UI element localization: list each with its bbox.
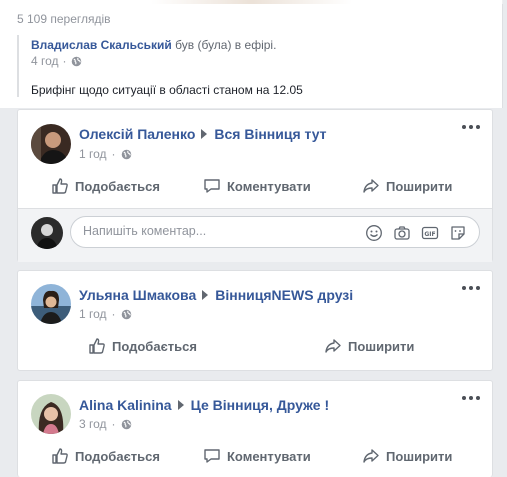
arrow-right-icon [201, 129, 208, 139]
avatar [31, 217, 63, 249]
post-meta: 1 год · [79, 147, 132, 161]
shared-post-meta: 4 год · [31, 54, 82, 68]
thumbs-up-icon [89, 338, 105, 354]
globe-icon [121, 419, 131, 429]
comment-button[interactable]: Коментувати [203, 177, 311, 195]
arrow-right-icon [202, 290, 209, 300]
comment-composer: GIF [18, 208, 492, 262]
post-author[interactable]: Ульяна Шмакова [79, 287, 196, 303]
post-card: Ульяна Шмакова ВінницяNEWS друзі 1 год ·… [17, 270, 493, 371]
post-time[interactable]: 1 год [79, 307, 107, 321]
shared-post-panel: 5 109 переглядів Владислав Скальський бу… [0, 0, 503, 108]
shared-post-time[interactable]: 4 год [31, 54, 59, 68]
comment-button[interactable]: Коментувати [203, 447, 311, 465]
shared-post-author[interactable]: Владислав Скальський [31, 38, 172, 52]
post-header: Alina Kalinina Це Вінниця, Друже ! [79, 397, 329, 413]
post-card: Alina Kalinina Це Вінниця, Друже ! 3 год… [17, 380, 493, 477]
avatar[interactable] [31, 124, 71, 164]
comment-label: Коментувати [227, 448, 311, 464]
globe-icon [71, 56, 81, 66]
post-header: Ульяна Шмакова ВінницяNEWS друзі [79, 287, 353, 303]
gif-icon[interactable]: GIF [421, 224, 439, 242]
arrow-right-icon [177, 400, 184, 410]
like-label: Подобається [112, 338, 197, 354]
post-header: Олексій Паленко Вся Вінниця тут [79, 126, 327, 142]
post-group[interactable]: ВінницяNEWS друзі [215, 287, 353, 303]
thumbs-up-icon [52, 448, 68, 464]
shared-post-text: Брифінг щодо ситуації в області станом н… [31, 83, 303, 97]
comment-bubble-icon [204, 179, 220, 193]
share-arrow-icon [325, 339, 341, 353]
post-meta: 1 год · [79, 307, 132, 321]
shared-live-post: Владислав Скальський був (була) в ефірі.… [17, 35, 487, 97]
share-button[interactable]: Поширити [324, 337, 414, 355]
like-button[interactable]: Подобається [51, 447, 160, 465]
like-button[interactable]: Подобається [88, 337, 197, 355]
share-label: Поширити [386, 448, 453, 464]
emoji-icon[interactable] [365, 224, 383, 242]
share-arrow-icon [363, 449, 379, 463]
more-options-icon[interactable] [462, 283, 482, 293]
shared-post-header: Владислав Скальський був (була) в ефірі. [31, 38, 276, 52]
post-author[interactable]: Олексій Паленко [79, 126, 195, 142]
post-card: Олексій Паленко Вся Вінниця тут 1 год · … [17, 109, 493, 262]
comment-input-box[interactable]: GIF [70, 216, 480, 248]
share-label: Поширити [348, 338, 415, 354]
avatar[interactable] [31, 284, 71, 324]
globe-icon [121, 309, 131, 319]
more-options-icon[interactable] [462, 122, 482, 132]
like-label: Подобається [75, 178, 160, 194]
comment-tools: GIF [365, 224, 467, 242]
post-actions: Подобається Поширити [18, 331, 494, 361]
post-time[interactable]: 3 год [79, 417, 107, 431]
post-actions: Подобається Коментувати Поширити [18, 171, 494, 201]
globe-icon [121, 149, 131, 159]
svg-text:GIF: GIF [424, 231, 435, 238]
avatar[interactable] [31, 394, 71, 434]
comment-bubble-icon [204, 449, 220, 463]
comment-label: Коментувати [227, 178, 311, 194]
share-arrow-icon [363, 179, 379, 193]
post-actions: Подобається Коментувати Поширити [18, 441, 494, 471]
share-button[interactable]: Поширити [362, 447, 452, 465]
view-count: 5 109 переглядів [17, 12, 111, 26]
post-group[interactable]: Це Вінниця, Друже ! [191, 397, 330, 413]
like-label: Подобається [75, 448, 160, 464]
post-time[interactable]: 1 год [79, 147, 107, 161]
like-button[interactable]: Подобається [51, 177, 160, 195]
post-meta: 3 год · [79, 417, 132, 431]
share-label: Поширити [386, 178, 453, 194]
share-button[interactable]: Поширити [362, 177, 452, 195]
shared-post-verb: був (була) в ефірі. [175, 38, 277, 52]
top-image-strip [0, 0, 503, 4]
post-author[interactable]: Alina Kalinina [79, 397, 172, 413]
sticker-icon[interactable] [449, 224, 467, 242]
comment-input[interactable] [83, 224, 353, 238]
more-options-icon[interactable] [462, 393, 482, 403]
thumbs-up-icon [52, 178, 68, 194]
camera-icon[interactable] [393, 224, 411, 242]
post-group[interactable]: Вся Вінниця тут [214, 126, 326, 142]
